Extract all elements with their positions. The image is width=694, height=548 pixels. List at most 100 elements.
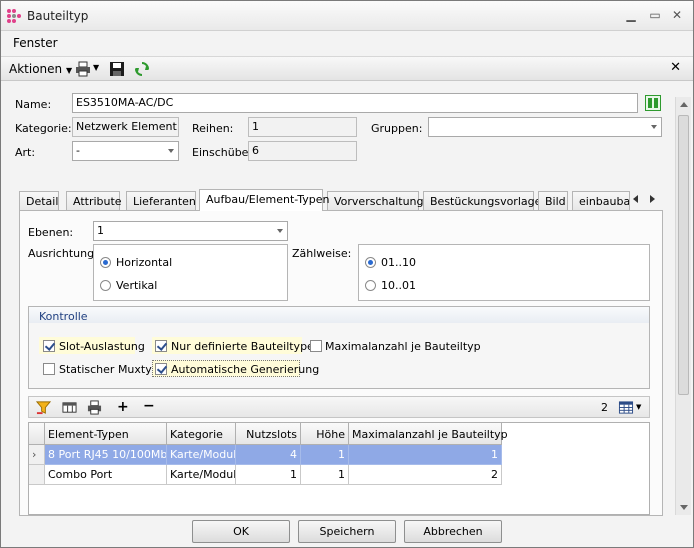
zaehlweise-01-10-label: 01..10 bbox=[381, 256, 416, 269]
kontrolle-header: Kontrolle bbox=[28, 306, 650, 324]
tab-detail[interactable]: Detail bbox=[19, 191, 59, 211]
vertikal-radio[interactable] bbox=[100, 280, 111, 291]
grid-toolbar: + − 2 ▼ bbox=[28, 396, 650, 418]
tab-bild[interactable]: Bild bbox=[538, 191, 568, 211]
scroll-up-icon[interactable] bbox=[680, 102, 688, 107]
art-value: - bbox=[76, 144, 80, 157]
cell-hoehe[interactable]: 1 bbox=[301, 445, 349, 465]
tab-lieferanten[interactable]: Lieferanten bbox=[126, 191, 196, 211]
grid-layout-icon[interactable] bbox=[618, 400, 634, 415]
nur-definierte-label: Nur definierte Bauteiltypen bbox=[171, 340, 321, 353]
app-icon bbox=[7, 9, 21, 23]
slot-auslastung-checkbox[interactable] bbox=[43, 340, 55, 352]
horizontal-label: Horizontal bbox=[116, 256, 173, 269]
tab-aufbau-element-typen[interactable]: Aufbau/Element-Typen bbox=[199, 189, 330, 211]
add-row-button[interactable]: + bbox=[117, 399, 129, 415]
toolbar: Aktionen ▼ ▼ ✕ bbox=[1, 56, 693, 81]
cell-maximalanzahl[interactable]: 1 bbox=[349, 445, 502, 465]
zaehlweise-label: Zählweise: bbox=[292, 247, 352, 260]
refresh-icon[interactable] bbox=[134, 61, 150, 77]
cell-maximalanzahl[interactable]: 2 bbox=[349, 465, 502, 485]
cell-hoehe[interactable]: 1 bbox=[301, 465, 349, 485]
row-indicator-icon: › bbox=[29, 445, 45, 465]
tab-scroll-left-icon[interactable] bbox=[633, 195, 638, 203]
close-document-button[interactable]: ✕ bbox=[670, 60, 681, 75]
cell-kategorie[interactable]: Karte/Modul bbox=[167, 445, 236, 465]
einschuebe-label: Einschübe: bbox=[192, 146, 253, 159]
cell-nutzslots[interactable]: 4 bbox=[236, 445, 301, 465]
title-bar: Bauteiltyp ▁ ▭ ✕ bbox=[1, 1, 693, 31]
zaehlweise-group: 01..10 10..01 bbox=[358, 244, 650, 301]
automatische-generierung-checkbox[interactable] bbox=[155, 363, 167, 375]
column-element-typen[interactable]: Element-Typen bbox=[45, 423, 167, 445]
vertikal-label: Vertikal bbox=[116, 279, 158, 292]
grid-layout-dropdown-icon[interactable]: ▼ bbox=[636, 403, 641, 411]
print-dropdown-icon[interactable]: ▼ bbox=[93, 63, 99, 72]
gruppen-label: Gruppen: bbox=[371, 122, 423, 135]
column-hoehe[interactable]: Höhe bbox=[301, 423, 349, 445]
filter-icon[interactable] bbox=[36, 400, 51, 415]
cell-element-typ[interactable]: 8 Port RJ45 10/100Mbit bbox=[45, 445, 167, 465]
maximalanzahl-checkbox[interactable] bbox=[310, 340, 322, 352]
tab-scroll-right-icon[interactable] bbox=[650, 195, 655, 203]
name-picker-icon[interactable] bbox=[645, 95, 661, 111]
statischer-muxtyp-label: Statischer Muxtyp bbox=[59, 363, 159, 376]
row-indicator-header bbox=[29, 423, 45, 445]
row-indicator bbox=[29, 465, 45, 485]
scrollbar-thumb[interactable] bbox=[678, 115, 689, 395]
chevron-down-icon bbox=[168, 149, 174, 153]
reihen-field: 1 bbox=[248, 117, 357, 137]
close-window-button[interactable]: ✕ bbox=[669, 7, 685, 23]
einschuebe-field: 6 bbox=[248, 141, 357, 161]
nur-definierte-checkbox[interactable] bbox=[155, 340, 167, 352]
column-maximalanzahl[interactable]: Maximalanzahl je Bauteiltyp bbox=[349, 423, 508, 445]
cell-nutzslots[interactable]: 1 bbox=[236, 465, 301, 485]
zaehlweise-10-01-radio[interactable] bbox=[365, 280, 376, 291]
maximalanzahl-label: Maximalanzahl je Bauteiltyp bbox=[325, 340, 481, 353]
actions-menu[interactable]: Aktionen ▼ bbox=[9, 62, 72, 76]
automatische-generierung-label: Automatische Generierung bbox=[171, 363, 320, 376]
tab-vorverschaltung[interactable]: Vorverschaltung bbox=[327, 191, 424, 211]
menu-fenster[interactable]: Fenster bbox=[13, 36, 58, 50]
maximize-button[interactable]: ▭ bbox=[647, 7, 663, 23]
abbrechen-button[interactable]: Abbrechen bbox=[404, 520, 502, 543]
menu-bar: Fenster bbox=[1, 32, 693, 54]
chevron-down-icon bbox=[651, 125, 657, 129]
kategorie-field: Netzwerk Element bbox=[72, 117, 179, 137]
zaehlweise-01-10-radio[interactable] bbox=[365, 257, 376, 268]
window-title: Bauteiltyp bbox=[27, 9, 89, 23]
tab-einbaubar[interactable]: einbaubar bbox=[572, 191, 630, 211]
slot-auslastung-label: Slot-Auslastung bbox=[59, 340, 145, 353]
gruppen-combo[interactable] bbox=[428, 117, 662, 137]
ebenen-value: 1 bbox=[97, 224, 104, 237]
tab-bestueckungsvorlage[interactable]: Bestückungsvorlage bbox=[423, 191, 541, 211]
art-combo[interactable]: - bbox=[72, 141, 179, 161]
scroll-down-icon[interactable] bbox=[680, 505, 688, 510]
speichern-button[interactable]: Speichern bbox=[298, 520, 396, 543]
column-kategorie[interactable]: Kategorie bbox=[167, 423, 236, 445]
art-label: Art: bbox=[15, 146, 36, 159]
minimize-button[interactable]: ▁ bbox=[623, 7, 639, 23]
ebenen-label: Ebenen: bbox=[28, 226, 74, 239]
tab-attribute[interactable]: Attribute bbox=[66, 191, 122, 211]
save-icon[interactable] bbox=[109, 61, 125, 77]
vertical-scrollbar[interactable] bbox=[675, 97, 691, 515]
ebenen-combo[interactable]: 1 bbox=[93, 221, 288, 241]
column-nutzslots[interactable]: Nutzslots bbox=[236, 423, 301, 445]
ausrichtung-group: Horizontal Vertikal bbox=[93, 244, 288, 301]
remove-row-button[interactable]: − bbox=[143, 398, 155, 414]
grid-print-icon[interactable] bbox=[87, 400, 102, 415]
column-chooser-icon[interactable] bbox=[62, 400, 77, 415]
cell-element-typ[interactable]: Combo Port bbox=[45, 465, 167, 485]
name-label: Name: bbox=[15, 98, 52, 111]
statischer-muxtyp-checkbox[interactable] bbox=[43, 363, 55, 375]
tab-strip: Detail Attribute Lieferanten Aufbau/Elem… bbox=[19, 189, 663, 211]
cell-kategorie[interactable]: Karte/Modul bbox=[167, 465, 236, 485]
horizontal-radio[interactable] bbox=[100, 257, 111, 268]
dropdown-arrow-icon: ▼ bbox=[65, 66, 73, 75]
ok-button[interactable]: OK bbox=[192, 520, 290, 543]
element-typen-grid: Element-Typen Kategorie Nutzslots Höhe M… bbox=[28, 422, 650, 515]
print-icon[interactable] bbox=[75, 61, 91, 77]
kontrolle-group: Slot-Auslastung Nur definierte Bauteilty… bbox=[28, 323, 650, 389]
name-input[interactable]: ES3510MA-AC/DC bbox=[72, 93, 638, 113]
